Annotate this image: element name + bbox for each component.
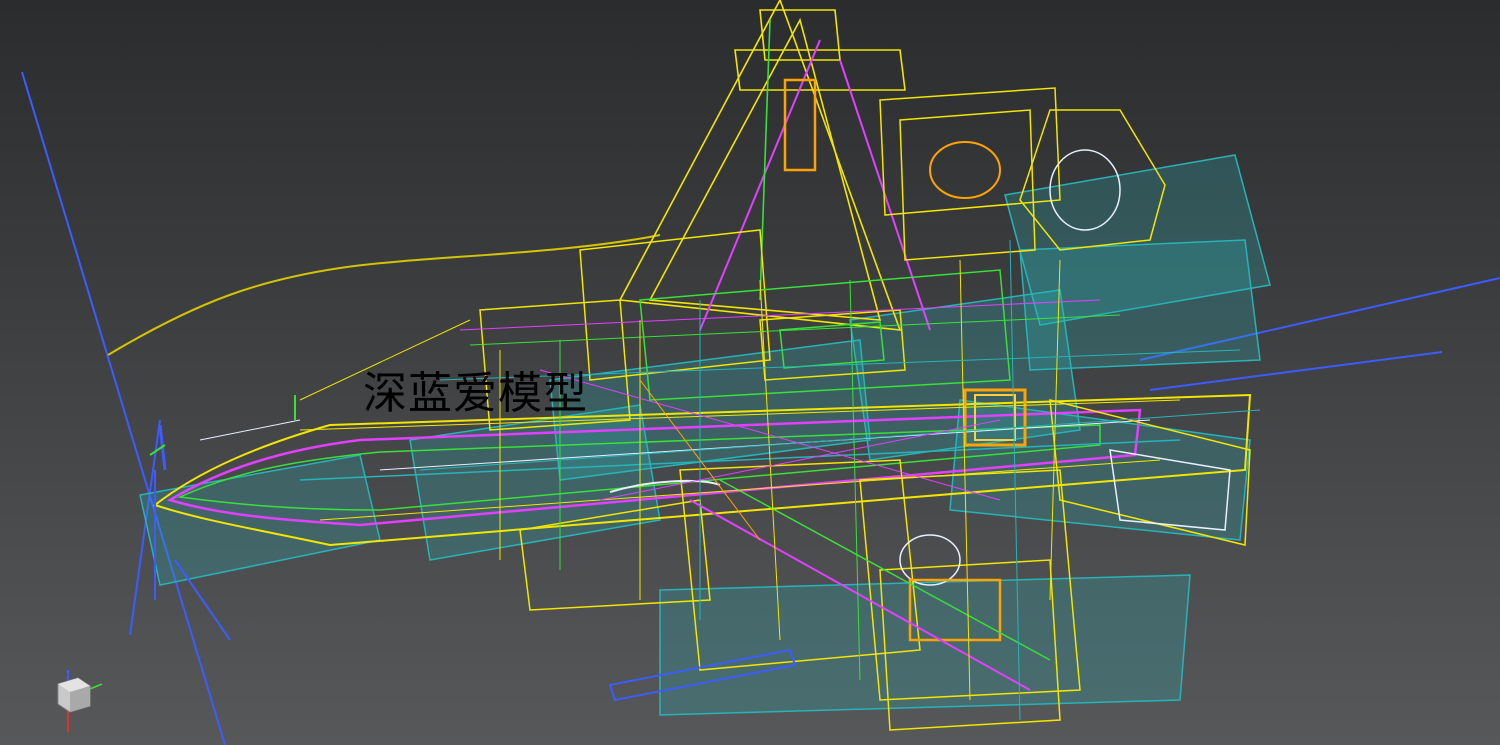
nose-gizmo (149, 395, 296, 471)
3d-viewport[interactable]: 深蓝爱模型 (0, 0, 1500, 745)
watermark-text: 深蓝爱模型 (363, 368, 588, 419)
view-cube-icon[interactable] (50, 668, 110, 738)
guide-curve (107, 234, 661, 356)
wireframe-model (21, 0, 1500, 745)
